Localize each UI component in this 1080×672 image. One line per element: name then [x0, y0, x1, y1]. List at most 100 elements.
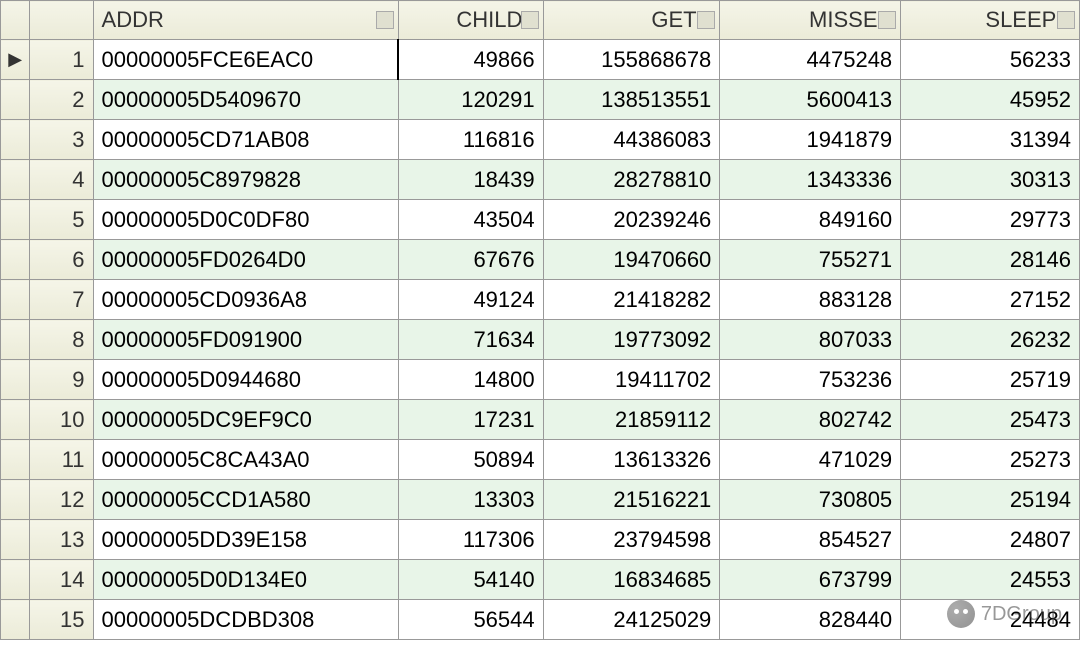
row-indicator[interactable]	[1, 400, 30, 440]
cell-gets[interactable]: 138513551	[543, 80, 720, 120]
table-row[interactable]: 700000005CD0936A849124214182828831282715…	[1, 280, 1080, 320]
cell-misses[interactable]: 854527	[720, 520, 901, 560]
row-number[interactable]: 11	[30, 440, 93, 480]
cell-misses[interactable]: 753236	[720, 360, 901, 400]
cell-sleeps[interactable]: 24484	[901, 600, 1080, 640]
cell-gets[interactable]: 21516221	[543, 480, 720, 520]
table-row[interactable]: 1400000005D0D134E05414016834685673799245…	[1, 560, 1080, 600]
column-header-child[interactable]: CHILD#	[398, 1, 543, 40]
cell-addr[interactable]: 00000005C8979828	[93, 160, 398, 200]
sort-indicator-icon[interactable]	[1057, 11, 1075, 29]
cell-child[interactable]: 120291	[398, 80, 543, 120]
cell-addr[interactable]: 00000005CD0936A8	[93, 280, 398, 320]
row-number[interactable]: 8	[30, 320, 93, 360]
table-row[interactable]: ▶100000005FCE6EAC04986615586867844752485…	[1, 40, 1080, 80]
cell-gets[interactable]: 19773092	[543, 320, 720, 360]
cell-child[interactable]: 43504	[398, 200, 543, 240]
cell-sleeps[interactable]: 25719	[901, 360, 1080, 400]
cell-addr[interactable]: 00000005FD0264D0	[93, 240, 398, 280]
table-row[interactable]: 300000005CD71AB0811681644386083194187931…	[1, 120, 1080, 160]
row-number[interactable]: 2	[30, 80, 93, 120]
cell-misses[interactable]: 673799	[720, 560, 901, 600]
cell-child[interactable]: 56544	[398, 600, 543, 640]
column-header-addr[interactable]: ADDR	[93, 1, 398, 40]
cell-misses[interactable]: 883128	[720, 280, 901, 320]
row-number[interactable]: 15	[30, 600, 93, 640]
row-number[interactable]: 12	[30, 480, 93, 520]
cell-addr[interactable]: 00000005D5409670	[93, 80, 398, 120]
cell-misses[interactable]: 828440	[720, 600, 901, 640]
cell-sleeps[interactable]: 24807	[901, 520, 1080, 560]
cell-child[interactable]: 14800	[398, 360, 543, 400]
cell-misses[interactable]: 4475248	[720, 40, 901, 80]
cell-sleeps[interactable]: 56233	[901, 40, 1080, 80]
cell-gets[interactable]: 19411702	[543, 360, 720, 400]
cell-addr[interactable]: 00000005D0C0DF80	[93, 200, 398, 240]
cell-addr[interactable]: 00000005D0D134E0	[93, 560, 398, 600]
corner-cell[interactable]	[1, 1, 30, 40]
cell-child[interactable]: 54140	[398, 560, 543, 600]
row-number[interactable]: 7	[30, 280, 93, 320]
column-header-misses[interactable]: MISSES	[720, 1, 901, 40]
cell-sleeps[interactable]: 27152	[901, 280, 1080, 320]
cell-child[interactable]: 13303	[398, 480, 543, 520]
cell-sleeps[interactable]: 25194	[901, 480, 1080, 520]
data-grid[interactable]: ADDR CHILD# GETS MISSES SLEEPS ▶10000000…	[0, 0, 1080, 640]
sort-indicator-icon[interactable]	[376, 11, 394, 29]
rownum-header[interactable]	[30, 1, 93, 40]
row-indicator[interactable]: ▶	[1, 40, 30, 80]
cell-addr[interactable]: 00000005C8CA43A0	[93, 440, 398, 480]
row-indicator[interactable]	[1, 120, 30, 160]
cell-gets[interactable]: 44386083	[543, 120, 720, 160]
cell-addr[interactable]: 00000005CCD1A580	[93, 480, 398, 520]
cell-misses[interactable]: 807033	[720, 320, 901, 360]
cell-child[interactable]: 67676	[398, 240, 543, 280]
table-row[interactable]: 900000005D094468014800194117027532362571…	[1, 360, 1080, 400]
table-row[interactable]: 1000000005DC9EF9C01723121859112802742254…	[1, 400, 1080, 440]
cell-sleeps[interactable]: 26232	[901, 320, 1080, 360]
row-number[interactable]: 9	[30, 360, 93, 400]
cell-misses[interactable]: 1941879	[720, 120, 901, 160]
row-number[interactable]: 13	[30, 520, 93, 560]
cell-addr[interactable]: 00000005DD39E158	[93, 520, 398, 560]
row-number[interactable]: 6	[30, 240, 93, 280]
cell-child[interactable]: 71634	[398, 320, 543, 360]
cell-addr[interactable]: 00000005CD71AB08	[93, 120, 398, 160]
cell-gets[interactable]: 24125029	[543, 600, 720, 640]
row-indicator[interactable]	[1, 560, 30, 600]
table-row[interactable]: 400000005C897982818439282788101343336303…	[1, 160, 1080, 200]
cell-gets[interactable]: 21859112	[543, 400, 720, 440]
cell-sleeps[interactable]: 29773	[901, 200, 1080, 240]
sort-indicator-icon[interactable]	[878, 11, 896, 29]
cell-gets[interactable]: 23794598	[543, 520, 720, 560]
row-number[interactable]: 3	[30, 120, 93, 160]
cell-child[interactable]: 49124	[398, 280, 543, 320]
cell-gets[interactable]: 13613326	[543, 440, 720, 480]
row-number[interactable]: 1	[30, 40, 93, 80]
row-number[interactable]: 10	[30, 400, 93, 440]
cell-misses[interactable]: 5600413	[720, 80, 901, 120]
sort-indicator-icon[interactable]	[697, 11, 715, 29]
cell-gets[interactable]: 21418282	[543, 280, 720, 320]
table-row[interactable]: 1300000005DD39E1581173062379459885452724…	[1, 520, 1080, 560]
cell-addr[interactable]: 00000005D0944680	[93, 360, 398, 400]
cell-sleeps[interactable]: 25273	[901, 440, 1080, 480]
cell-child[interactable]: 117306	[398, 520, 543, 560]
row-number[interactable]: 14	[30, 560, 93, 600]
row-indicator[interactable]	[1, 600, 30, 640]
cell-gets[interactable]: 19470660	[543, 240, 720, 280]
cell-misses[interactable]: 755271	[720, 240, 901, 280]
cell-gets[interactable]: 16834685	[543, 560, 720, 600]
cell-child[interactable]: 17231	[398, 400, 543, 440]
cell-addr[interactable]: 00000005DCDBD308	[93, 600, 398, 640]
cell-misses[interactable]: 1343336	[720, 160, 901, 200]
cell-addr[interactable]: 00000005FD091900	[93, 320, 398, 360]
row-indicator[interactable]	[1, 360, 30, 400]
table-row[interactable]: 600000005FD0264D067676194706607552712814…	[1, 240, 1080, 280]
row-indicator[interactable]	[1, 520, 30, 560]
cell-misses[interactable]: 802742	[720, 400, 901, 440]
cell-sleeps[interactable]: 28146	[901, 240, 1080, 280]
cell-misses[interactable]: 730805	[720, 480, 901, 520]
cell-addr[interactable]: 00000005FCE6EAC0	[93, 40, 398, 80]
row-number[interactable]: 4	[30, 160, 93, 200]
